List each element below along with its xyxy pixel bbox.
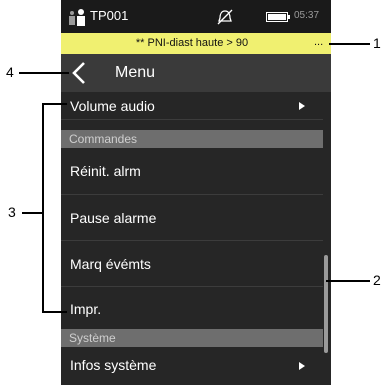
- menu-item-pause-alarme[interactable]: Pause alarme: [61, 195, 323, 241]
- callout-bracket-3: [42, 103, 44, 313]
- monitor-screen: TP001 05:37 ** PNI-diast haute > 90 ... …: [61, 0, 331, 385]
- page-title: Menu: [115, 64, 156, 81]
- menu-item-label: Infos système: [70, 357, 157, 373]
- menu-item-marq-evemts[interactable]: Marq évémts: [61, 241, 323, 287]
- menu-item-reinit-alrm[interactable]: Réinit. alrm: [61, 148, 323, 195]
- status-bar: TP001 05:37: [61, 0, 331, 33]
- patient-type-icon: [69, 11, 75, 25]
- menu-list: Volume audio Commandes Réinit. alrm Paus…: [61, 92, 323, 385]
- alarm-message: ** PNI-diast haute > 90: [135, 37, 249, 49]
- callout-number-3: 3: [8, 204, 16, 220]
- menu-item-label: Pause alarme: [70, 210, 157, 226]
- alarm-more[interactable]: ...: [314, 36, 323, 48]
- callout-number-4: 4: [6, 64, 14, 80]
- callout-line-1: [329, 43, 370, 45]
- menu-header: Menu: [61, 54, 331, 92]
- menu-item-infos-systeme[interactable]: Infos système: [61, 347, 323, 385]
- patient-id: TP001: [90, 8, 129, 23]
- menu-item-volume-audio[interactable]: Volume audio: [61, 92, 323, 120]
- menu-item-label: Volume audio: [70, 98, 155, 114]
- chevron-right-icon: [299, 362, 305, 370]
- chevron-left-icon[interactable]: [69, 60, 91, 86]
- callout-line-4: [19, 72, 69, 74]
- menu-item-label: Impr.: [70, 301, 102, 317]
- menu-item-impr[interactable]: Impr.: [61, 287, 323, 329]
- section-label: Commandes: [69, 132, 138, 146]
- alarm-bar[interactable]: ** PNI-diast haute > 90 ...: [61, 33, 331, 54]
- section-header-systeme: Système: [61, 329, 323, 347]
- callout-line-3: [22, 212, 42, 214]
- battery-icon: [266, 12, 288, 22]
- alarm-off-icon: [217, 9, 233, 25]
- section-label: Système: [69, 331, 116, 345]
- scrollbar[interactable]: [324, 255, 328, 353]
- callout-bracket-3-top: [42, 103, 67, 105]
- chevron-right-icon: [299, 102, 305, 110]
- callout-number-2: 2: [373, 272, 381, 288]
- clock: 05:37: [294, 10, 320, 21]
- section-header-commandes: Commandes: [61, 130, 323, 148]
- callout-number-1: 1: [373, 35, 381, 51]
- battery-tip: [288, 15, 290, 19]
- menu-item-label: Marq évémts: [70, 256, 151, 272]
- menu-item-label: Réinit. alrm: [70, 163, 141, 179]
- callout-line-2: [326, 280, 370, 282]
- callout-bracket-3-bottom: [42, 311, 67, 313]
- person-icon: [77, 9, 85, 26]
